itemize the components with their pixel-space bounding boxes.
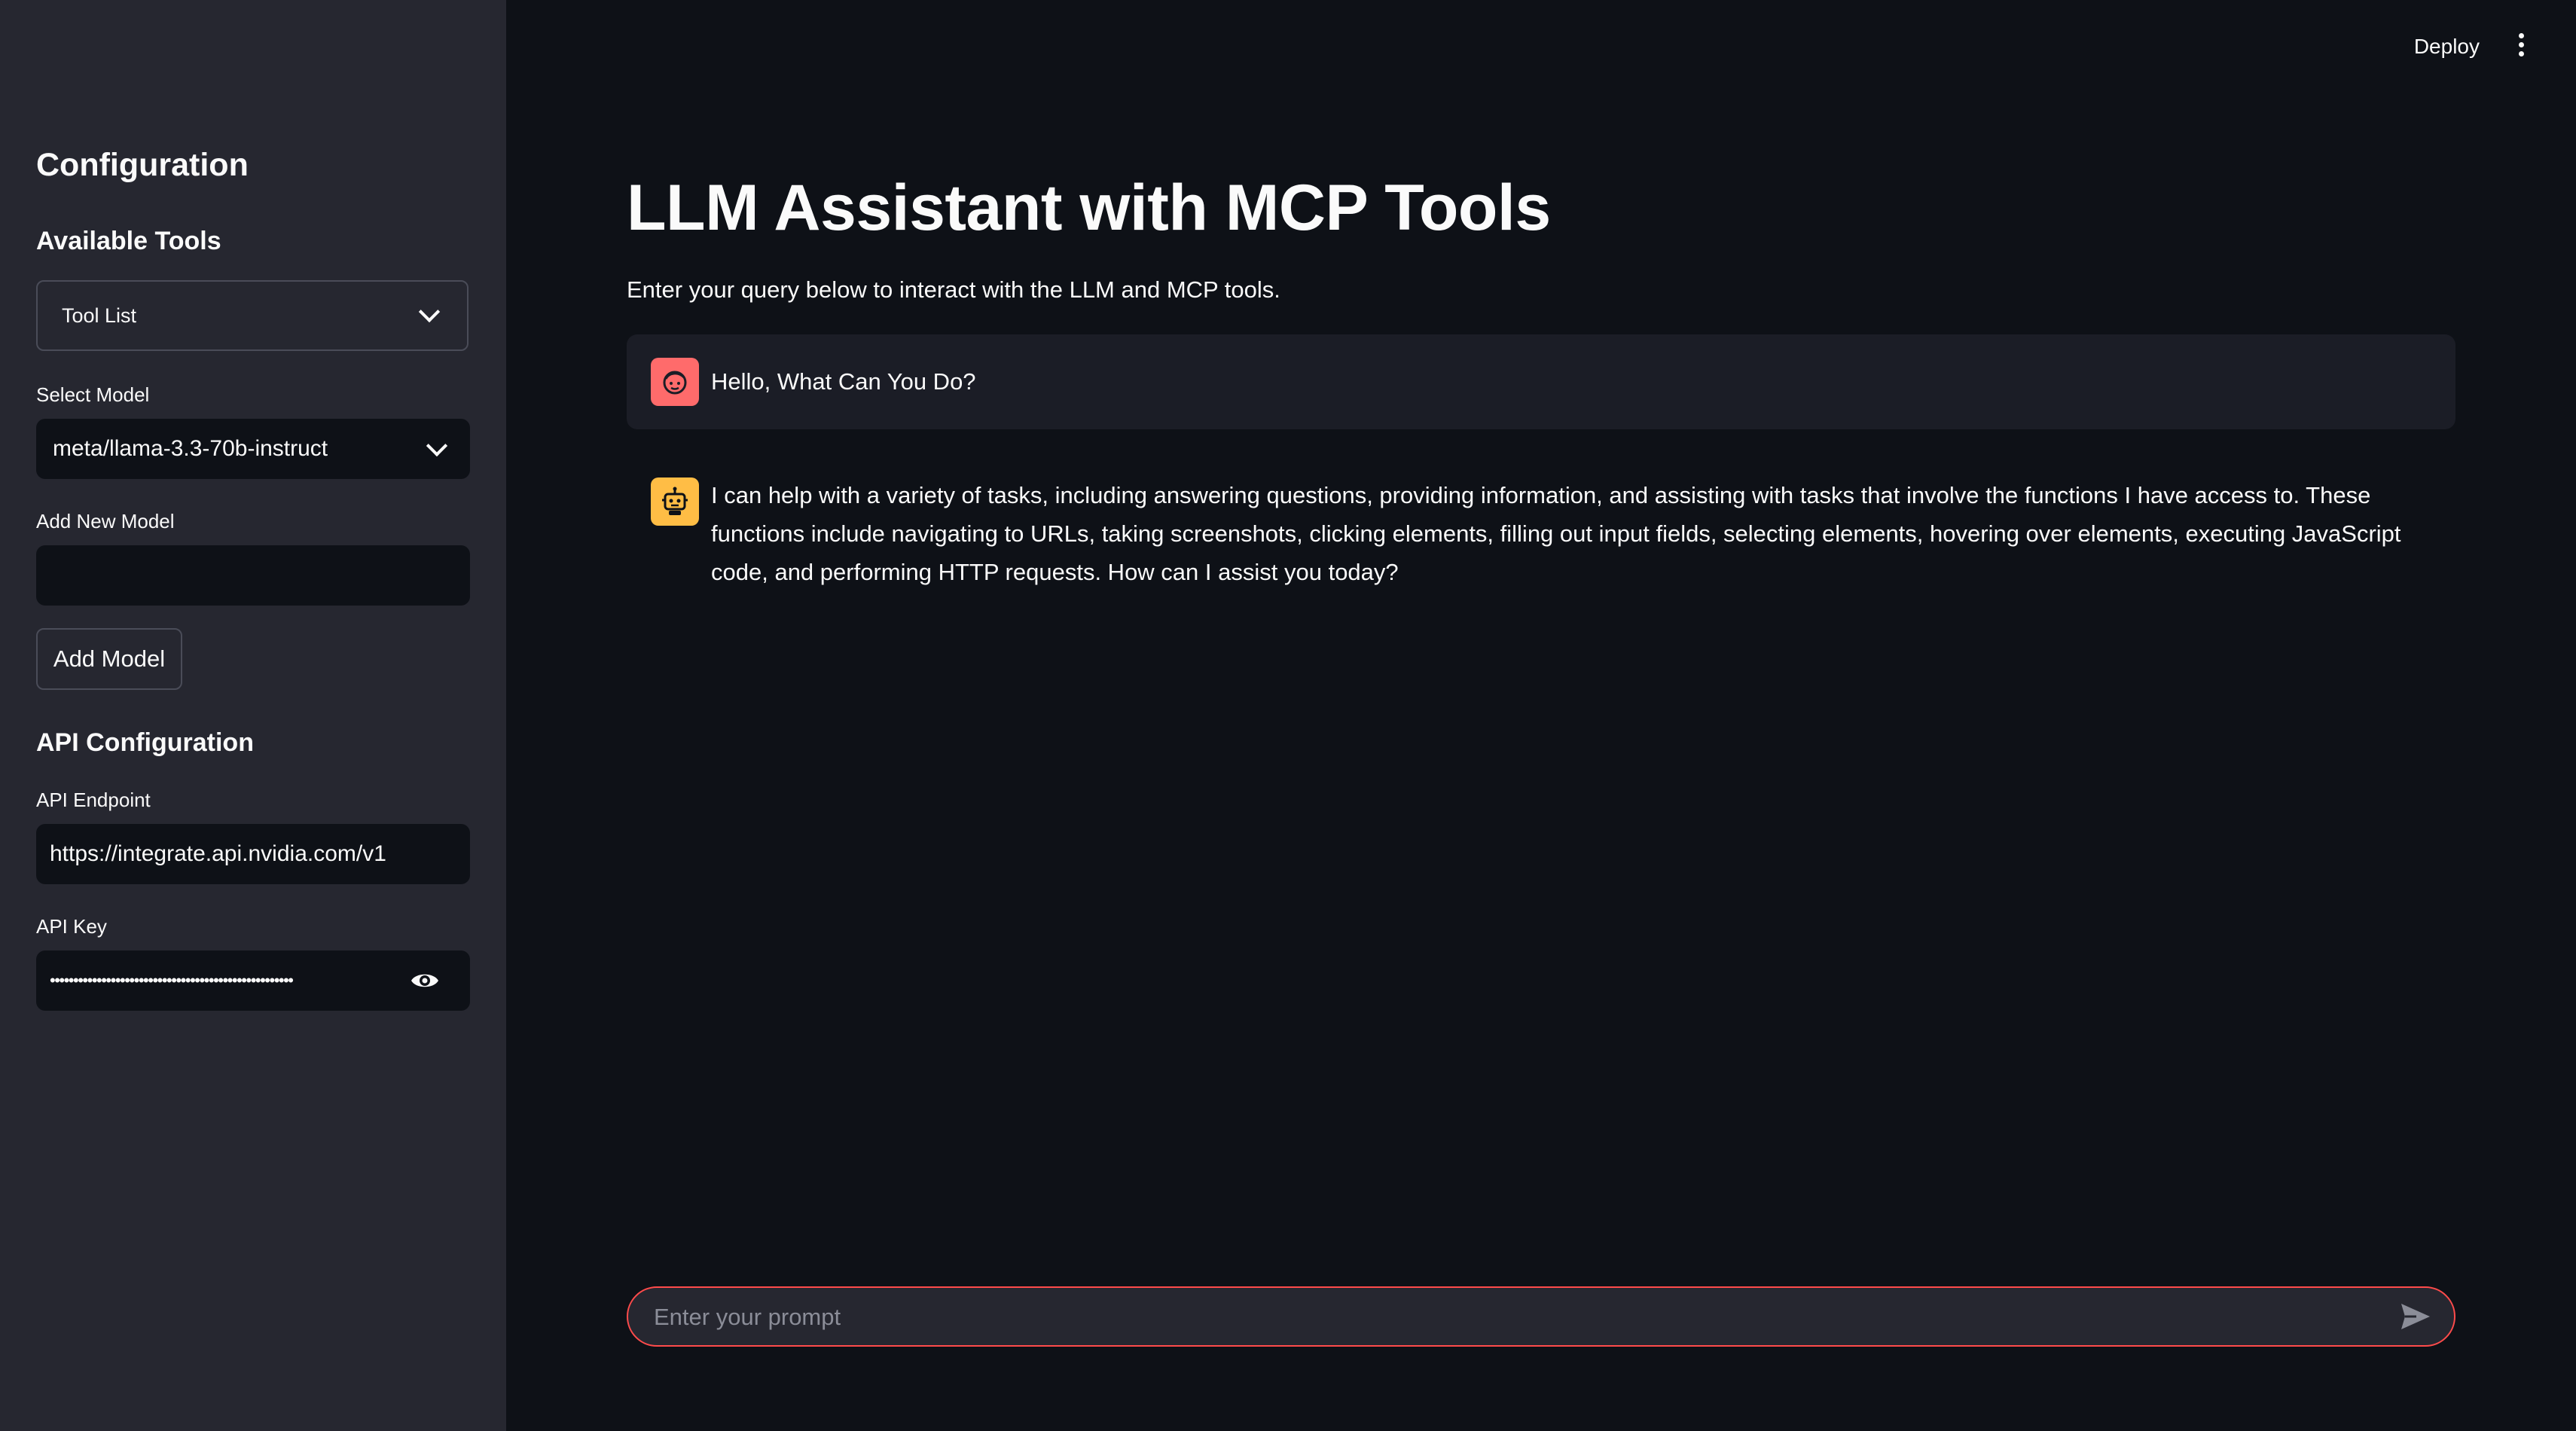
api-key-label: API Key xyxy=(36,915,107,938)
eye-icon[interactable] xyxy=(410,969,440,996)
api-key-input[interactable]: ••••••••••••••••••••••••••••••••••••••••… xyxy=(36,950,470,1011)
user-message-text: Hello, What Can You Do? xyxy=(711,368,976,395)
add-new-model-label: Add New Model xyxy=(36,510,175,532)
selected-model-value: meta/llama-3.3-70b-instruct xyxy=(53,436,328,461)
kebab-menu-icon[interactable] xyxy=(2519,33,2525,60)
tool-list-expander[interactable]: Tool List xyxy=(36,280,469,351)
chat-message-user: Hello, What Can You Do? xyxy=(627,334,2455,429)
add-new-model-input[interactable] xyxy=(36,545,470,606)
chat-input-box[interactable] xyxy=(627,1286,2455,1347)
select-model-label: Select Model xyxy=(36,383,150,406)
api-endpoint-label: API Endpoint xyxy=(36,789,151,811)
user-face-icon xyxy=(651,358,699,406)
chevron-down-icon xyxy=(426,435,448,457)
model-select[interactable]: meta/llama-3.3-70b-instruct xyxy=(36,419,470,479)
page-subtitle: Enter your query below to interact with … xyxy=(627,276,1280,303)
chat-input[interactable] xyxy=(652,1288,2373,1347)
page-title: LLM Assistant with MCP Tools xyxy=(627,172,1551,244)
sidebar: Configuration Available Tools Tool List … xyxy=(0,0,506,1431)
available-tools-heading: Available Tools xyxy=(36,227,221,255)
api-endpoint-value: https://integrate.api.nvidia.com/v1 xyxy=(50,841,386,866)
sidebar-title: Configuration xyxy=(36,147,249,183)
api-key-masked-value: ••••••••••••••••••••••••••••••••••••••••… xyxy=(50,971,294,990)
send-icon[interactable] xyxy=(2400,1301,2431,1335)
tool-list-label: Tool List xyxy=(62,304,137,327)
chevron-down-icon xyxy=(418,301,441,323)
add-model-button[interactable]: Add Model xyxy=(36,628,182,690)
assistant-message-text: I can help with a variety of tasks, incl… xyxy=(711,482,2401,585)
api-configuration-heading: API Configuration xyxy=(36,728,254,757)
api-endpoint-input[interactable]: https://integrate.api.nvidia.com/v1 xyxy=(36,824,470,884)
deploy-button[interactable]: Deploy xyxy=(2414,29,2480,65)
robot-icon xyxy=(651,478,699,526)
